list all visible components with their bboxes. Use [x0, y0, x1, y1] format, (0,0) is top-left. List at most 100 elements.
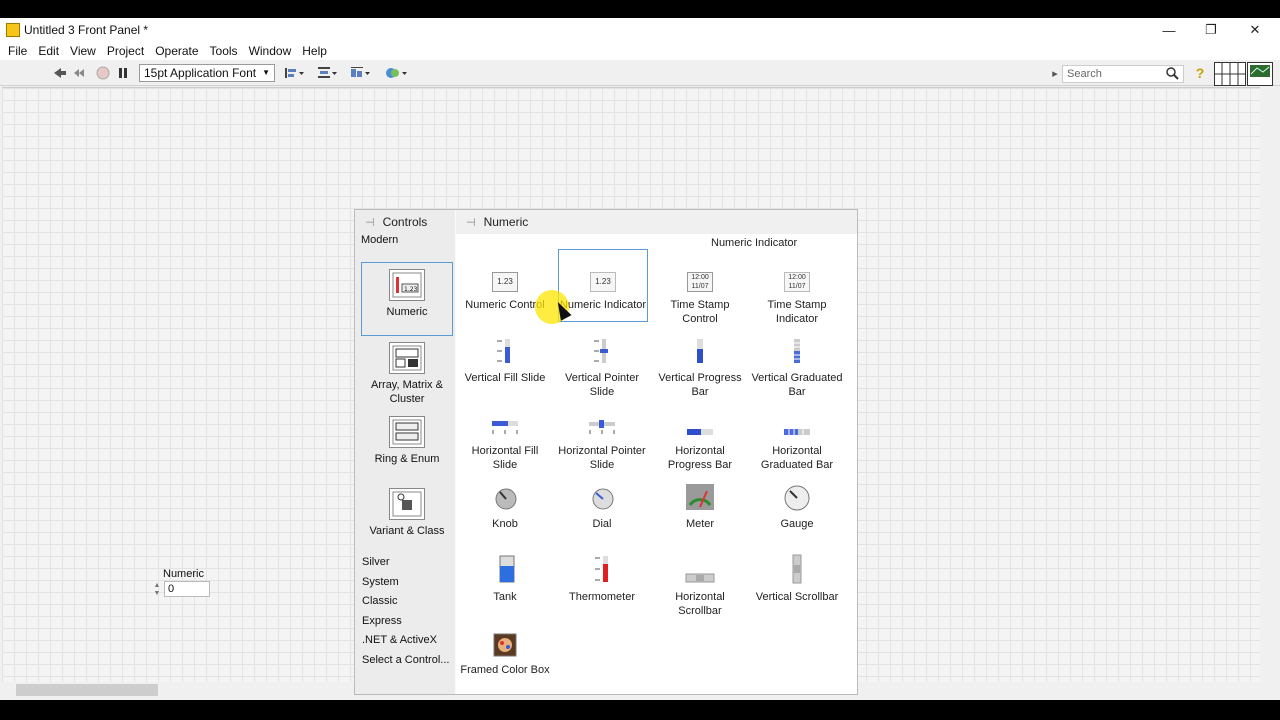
- subcategory-classic[interactable]: Classic: [362, 595, 397, 607]
- subcategory-select-control[interactable]: Select a Control...: [362, 654, 449, 666]
- horizontal-scroll-thumb[interactable]: [16, 684, 158, 696]
- item-vertical-progress-bar[interactable]: Vertical Progress Bar: [654, 335, 746, 399]
- subcategory-express[interactable]: Express: [362, 615, 402, 627]
- menu-project[interactable]: Project: [107, 44, 144, 58]
- abort-button[interactable]: [95, 65, 111, 81]
- numeric-control-label: Numeric: [163, 568, 204, 580]
- menu-edit[interactable]: Edit: [38, 44, 59, 58]
- close-icon: ✕: [1249, 22, 1261, 37]
- item-label: Vertical Fill Slide: [464, 372, 546, 384]
- connector-pane-icon: [1214, 62, 1246, 86]
- run-arrow-icon: [54, 68, 66, 78]
- title-bar: Untitled 3 Front Panel * — ❐ ✕: [0, 18, 1280, 42]
- item-time-stamp-indicator[interactable]: 12:00 11/07 Time Stamp Indicator: [751, 262, 843, 326]
- item-label: Meter: [685, 518, 715, 530]
- vertical-graduated-bar-icon: [751, 335, 843, 365]
- subcategory-system[interactable]: System: [362, 576, 399, 588]
- category-ring-label: Ring & Enum: [374, 453, 440, 465]
- item-framed-color-box[interactable]: Framed Color Box: [459, 627, 551, 677]
- vi-thumbnail-icon: [1247, 62, 1273, 86]
- item-label: Tank: [493, 591, 517, 603]
- item-label: Horizontal Fill Slide: [471, 445, 539, 471]
- pause-icon: [119, 68, 127, 78]
- minimize-icon: —: [1162, 22, 1176, 38]
- reorder-button[interactable]: [384, 65, 410, 81]
- dial-icon: [556, 481, 648, 511]
- subpalette-title: Numeric: [483, 215, 529, 229]
- item-label: Vertical Progress Bar: [658, 372, 742, 398]
- category-ring-enum[interactable]: Ring & Enum: [361, 416, 453, 466]
- menu-operate[interactable]: Operate: [155, 44, 198, 58]
- section-modern[interactable]: Modern: [361, 234, 398, 246]
- reorder-icon: [386, 68, 407, 78]
- item-horizontal-graduated-bar[interactable]: Horizontal Graduated Bar: [751, 408, 843, 472]
- menu-view[interactable]: View: [70, 44, 96, 58]
- category-numeric[interactable]: 1.23 Numeric: [361, 262, 453, 336]
- palette-header-controls[interactable]: ⊣ Controls: [355, 210, 427, 234]
- vertical-progress-bar-icon: [654, 335, 746, 365]
- item-label: Vertical Graduated Bar: [751, 372, 843, 398]
- horizontal-scrollbar-icon: [654, 554, 746, 584]
- pin-icon[interactable]: ⊣: [466, 216, 476, 229]
- pause-button[interactable]: [115, 65, 131, 81]
- align-objects-button[interactable]: [283, 65, 307, 81]
- font-select[interactable]: 15pt Application Font ▼: [139, 64, 275, 82]
- search-button[interactable]: [1164, 65, 1180, 81]
- distribute-objects-button[interactable]: [316, 65, 340, 81]
- menu-bar: File Edit View Project Operate Tools Win…: [0, 42, 1280, 60]
- subcategory-silver[interactable]: Silver: [362, 556, 390, 568]
- item-meter[interactable]: Meter: [654, 481, 746, 531]
- category-array-matrix-cluster[interactable]: Array, Matrix & Cluster: [361, 342, 453, 406]
- run-continuously-button[interactable]: [71, 65, 87, 81]
- item-dial[interactable]: Dial: [556, 481, 648, 531]
- item-vertical-scrollbar[interactable]: Vertical Scrollbar: [751, 554, 843, 604]
- subcategory-dotnet-activex[interactable]: .NET & ActiveX: [362, 634, 437, 646]
- close-button[interactable]: ✕: [1234, 18, 1276, 42]
- item-numeric-indicator[interactable]: 1.23 Numeric Indicator: [558, 249, 648, 322]
- search-expand-arrow[interactable]: ▸: [1050, 65, 1060, 81]
- vi-icon[interactable]: [1247, 62, 1273, 86]
- run-button[interactable]: [52, 65, 68, 81]
- item-tooltip: Numeric Indicator: [711, 237, 798, 249]
- increment-arrows-icon[interactable]: ▲ ▼: [152, 582, 162, 600]
- front-panel-window: Untitled 3 Front Panel * — ❐ ✕ File Edit…: [0, 18, 1280, 700]
- item-gauge[interactable]: Gauge: [751, 481, 843, 531]
- menu-help[interactable]: Help: [302, 44, 327, 58]
- palette-header-numeric[interactable]: ⊣ Numeric: [456, 210, 857, 234]
- vertical-scrollbar[interactable]: [1262, 87, 1280, 684]
- item-vertical-pointer-slide[interactable]: Vertical Pointer Slide: [556, 335, 648, 399]
- pin-icon[interactable]: ⊣: [365, 216, 375, 229]
- category-variant-class[interactable]: Variant & Class: [361, 488, 453, 538]
- context-help-button[interactable]: ?: [1192, 65, 1208, 81]
- item-tank[interactable]: Tank: [459, 554, 551, 604]
- item-thermometer[interactable]: Thermometer: [556, 554, 648, 604]
- item-vertical-graduated-bar[interactable]: Vertical Graduated Bar: [751, 335, 843, 399]
- item-horizontal-progress-bar[interactable]: Horizontal Progress Bar: [654, 408, 746, 472]
- numeric-control-value[interactable]: 0: [164, 581, 210, 597]
- item-horizontal-pointer-slide[interactable]: Horizontal Pointer Slide: [556, 408, 648, 472]
- item-label: Horizontal Scrollbar: [675, 591, 725, 617]
- resize-objects-button[interactable]: [349, 65, 373, 81]
- menu-file[interactable]: File: [8, 44, 27, 58]
- restore-icon: ❐: [1205, 22, 1217, 37]
- item-label: Numeric Control: [465, 299, 545, 311]
- restore-button[interactable]: ❐: [1190, 18, 1232, 42]
- category-array-label: Array, Matrix & Cluster: [371, 379, 443, 405]
- menu-tools[interactable]: Tools: [210, 44, 238, 58]
- vertical-scrollbar-icon: [751, 554, 843, 584]
- minimize-button[interactable]: —: [1148, 18, 1190, 42]
- framed-color-box-icon: [459, 627, 551, 657]
- menu-window[interactable]: Window: [249, 44, 292, 58]
- numeric-category-icon: 1.23: [389, 269, 425, 301]
- item-vertical-fill-slide[interactable]: Vertical Fill Slide: [459, 335, 551, 385]
- connector-pane[interactable]: [1214, 62, 1246, 86]
- search-icon: [1166, 67, 1179, 80]
- item-horizontal-fill-slide[interactable]: Horizontal Fill Slide: [459, 408, 551, 472]
- item-label: Thermometer: [568, 591, 636, 603]
- item-knob[interactable]: Knob: [459, 481, 551, 531]
- run-continuously-icon: [74, 69, 84, 77]
- item-time-stamp-control[interactable]: 12:00 11/07 Time Stamp Control: [654, 262, 746, 326]
- array-cluster-icon: [389, 342, 425, 374]
- item-horizontal-scrollbar[interactable]: Horizontal Scrollbar: [654, 554, 746, 618]
- palette-title: Controls: [382, 215, 428, 229]
